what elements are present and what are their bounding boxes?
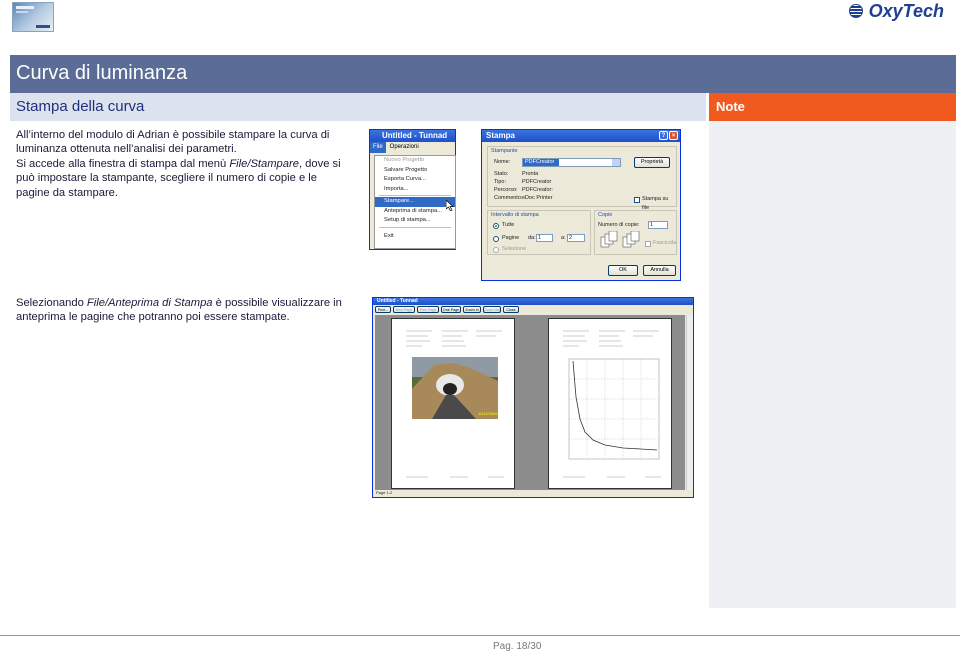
page-1-content: 11/11/2009 xyxy=(406,330,504,478)
dialog-titlebar: Stampa ? × xyxy=(482,130,680,142)
zoom-out-button[interactable]: Zoom Out xyxy=(483,306,501,313)
ok-button[interactable]: OK xyxy=(608,265,638,276)
text-line: anteprima le pagine che potranno poi ess… xyxy=(16,311,290,324)
menu-item-export-curve[interactable]: Esporta Curva... xyxy=(375,175,455,185)
menu-item-import[interactable]: Importa... xyxy=(375,185,455,195)
text-line: luminanza ottenuta nell’analisi dei para… xyxy=(16,143,237,156)
menu-separator xyxy=(379,226,451,228)
dialog-title: Stampa xyxy=(486,131,515,140)
menu-file[interactable]: File xyxy=(370,142,386,153)
menu-separator xyxy=(379,195,451,196)
note-panel xyxy=(709,121,956,608)
text-line: All’interno del modulo di Adrian è possi… xyxy=(16,129,330,141)
scrollbar[interactable] xyxy=(686,315,693,490)
next-page-button[interactable]: Next Page xyxy=(393,306,415,313)
field-label: Nome: xyxy=(494,159,511,165)
menu-bar: File Operazioni xyxy=(370,142,455,153)
preview-close-button[interactable]: Close xyxy=(503,306,519,313)
paragraph-print-access: Si accede alla finestra di stampa dal me… xyxy=(16,157,361,200)
print-dialog-screenshot: Stampa ? × Stampante Nome: PDFCreator Pr… xyxy=(481,129,681,281)
text-line: può impostare la stampante, scegliere il… xyxy=(16,172,317,185)
to-page-input[interactable]: 2 xyxy=(567,234,585,242)
printer-group: Stampante Nome: PDFCreator Proprietà Sta… xyxy=(487,146,677,211)
note-label: Note xyxy=(716,99,745,114)
page-title: Curva di luminanza xyxy=(16,62,188,84)
product-logo xyxy=(12,2,54,32)
section-subtitle: Stampa della curva xyxy=(16,98,145,115)
copies-input[interactable]: 1 xyxy=(648,221,668,229)
window-title: Untitled - Tunnad xyxy=(370,130,455,142)
print-preview-screenshot: Untitled - Tunnad Print... Next Page Pre… xyxy=(372,297,694,498)
globe-icon xyxy=(848,4,863,18)
file-dropdown: Nuovo Progetto Salvare Progetto Esporta … xyxy=(374,155,456,249)
mouse-cursor-icon xyxy=(446,200,454,211)
preview-toolbar: Print... Next Page Prev Page One Page Zo… xyxy=(373,305,693,314)
from-page-input[interactable]: 1 xyxy=(536,234,553,242)
collate-pages-icon xyxy=(600,231,640,248)
print-to-file-checkbox[interactable] xyxy=(634,197,640,203)
print-range-group: Intervallo di stampa Tutte Pagine da: 1 … xyxy=(487,210,591,255)
brand-name: OxyTech xyxy=(868,0,944,21)
menu-item-new-project[interactable]: Nuovo Progetto xyxy=(375,156,455,166)
menu-item-save-project[interactable]: Salvare Progetto xyxy=(375,166,455,176)
help-icon[interactable]: ? xyxy=(659,131,668,140)
group-label: Stampante xyxy=(491,148,518,154)
menu-operations[interactable]: Operazioni xyxy=(386,142,423,153)
text-line: pagine da stampare. xyxy=(16,186,118,199)
photo-date: 11/11/2009 xyxy=(478,411,498,416)
page-number: Pag. 18/30 xyxy=(493,641,542,652)
file-menu-screenshot: Untitled - Tunnad File Operazioni Nuovo … xyxy=(369,129,456,250)
collate-checkbox[interactable] xyxy=(645,241,651,247)
preview-print-button[interactable]: Print... xyxy=(375,306,391,313)
paragraph-intro: All’interno del modulo di Adrian è possi… xyxy=(16,128,361,157)
cancel-button[interactable]: Annulla xyxy=(643,265,676,276)
copies-group: Copie Numero di copie: 1 Fascicola xyxy=(594,210,677,255)
properties-button[interactable]: Proprietà xyxy=(634,157,670,168)
paragraph-preview: Selezionando File/Anteprima di Stampa è … xyxy=(16,296,361,325)
preview-page-2 xyxy=(548,318,672,489)
one-page-button[interactable]: One Page xyxy=(441,306,461,313)
brand-logo: OxyTech xyxy=(848,0,944,22)
note-header xyxy=(709,93,956,121)
radio-selection[interactable] xyxy=(493,247,499,253)
menu-item-print[interactable]: Stampare... xyxy=(375,197,455,207)
radio-all[interactable] xyxy=(493,223,499,229)
preview-page-1: 11/11/2009 xyxy=(391,318,515,489)
page-2-content xyxy=(563,330,661,478)
prev-page-button[interactable]: Prev Page xyxy=(417,306,439,313)
zoom-in-button[interactable]: Zoom In xyxy=(463,306,481,313)
close-icon[interactable]: × xyxy=(669,131,678,140)
printer-select[interactable]: PDFCreator xyxy=(522,158,621,167)
chevron-down-icon[interactable] xyxy=(612,159,620,166)
text-line: Si accede alla finestra di stampa dal me… xyxy=(16,158,341,170)
menu-item-print-preview[interactable]: Anteprima di stampa... xyxy=(375,207,455,217)
menu-item-print-setup[interactable]: Setup di stampa... xyxy=(375,216,455,226)
preview-titlebar: Untitled - Tunnad xyxy=(373,298,693,305)
luminance-chart-thumbnail xyxy=(568,358,660,460)
menu-item-exit[interactable]: Exit xyxy=(375,232,455,242)
radio-pages[interactable] xyxy=(493,236,499,242)
footer-divider xyxy=(0,635,960,636)
text-line: Selezionando File/Anteprima di Stampa è … xyxy=(16,297,342,309)
preview-status: Page 1-2 xyxy=(376,490,393,495)
